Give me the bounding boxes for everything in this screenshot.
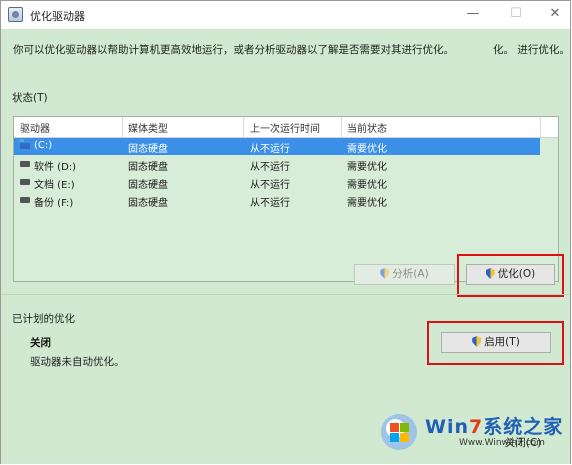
analyze-button: 分析(A) <box>354 264 455 285</box>
title-bar[interactable]: 优化驱动器 — ☐ ✕ <box>1 1 570 29</box>
status-label: 状态(T) <box>12 92 48 104</box>
media-type-cell: 固态硬盘 <box>128 198 168 209</box>
watermark-url: Www.Winwin7.com <box>459 438 545 448</box>
schedule-state: 关闭 <box>30 337 51 349</box>
drive-row[interactable]: 软件 (D:) 固态硬盘 从不运行 需要优化 <box>14 156 540 173</box>
scheduled-optimization-label: 已计划的优化 <box>12 313 75 325</box>
drive-list-header: 驱动器 媒体类型 上一次运行时间 当前状态 <box>14 117 558 138</box>
column-drive[interactable]: 驱动器 <box>20 120 50 135</box>
current-status-cell: 需要优化 <box>347 162 387 173</box>
description-text: 你可以优化驱动器以帮助计算机更高效地运行，或者分析驱动器以了解是否需要对其进行优… <box>13 44 454 56</box>
drive-icon <box>20 197 30 203</box>
watermark-brand: Win7系统之家 <box>425 416 564 438</box>
media-type-cell: 固态硬盘 <box>128 144 168 155</box>
window-title: 优化驱动器 <box>30 10 85 23</box>
drive-row[interactable]: 备份 (F:) 固态硬盘 从不运行 需要优化 <box>14 192 540 209</box>
optimize-highlight-box <box>457 254 564 297</box>
minimize-button[interactable]: — <box>463 5 483 23</box>
drive-name-cell: 软件 (D:) <box>34 162 77 173</box>
uac-shield-icon <box>380 268 390 279</box>
last-run-cell: 从不运行 <box>250 198 290 209</box>
drive-icon <box>20 179 30 185</box>
optimize-drives-window: 优化驱动器 — ☐ ✕ 你可以优化驱动器以帮助计算机更高效地运行，或者分析驱动器… <box>0 0 571 464</box>
column-last-run[interactable]: 上一次运行时间 <box>250 120 320 135</box>
drive-name-cell: (C:) <box>34 140 53 151</box>
defrag-app-icon <box>8 7 23 22</box>
column-current-status[interactable]: 当前状态 <box>347 120 387 135</box>
close-window-button[interactable]: ✕ <box>545 5 565 23</box>
current-status-cell: 需要优化 <box>347 144 387 155</box>
dialog-content: 你可以优化驱动器以帮助计算机更高效地运行，或者分析驱动器以了解是否需要对其进行优… <box>1 29 570 464</box>
drive-row[interactable]: 文档 (E:) 固态硬盘 从不运行 需要优化 <box>14 174 540 191</box>
drive-row[interactable]: (C:) 固态硬盘 从不运行 需要优化 <box>14 138 540 155</box>
watermark: Win7系统之家 Www.Winwin7.com <box>375 406 572 464</box>
enable-highlight-box <box>427 321 564 365</box>
last-run-cell: 从不运行 <box>250 144 290 155</box>
current-status-cell: 需要优化 <box>347 180 387 191</box>
drive-icon <box>20 161 30 167</box>
last-run-cell: 从不运行 <box>250 162 290 173</box>
drive-name-cell: 备份 (F:) <box>34 198 74 209</box>
media-type-cell: 固态硬盘 <box>128 162 168 173</box>
maximize-button: ☐ <box>510 6 522 21</box>
drive-name-cell: 文档 (E:) <box>34 180 75 191</box>
schedule-description: 驱动器未自动优化。 <box>30 356 125 368</box>
current-status-cell: 需要优化 <box>347 198 387 209</box>
section-divider <box>1 294 570 295</box>
windows-logo-icon <box>381 414 417 450</box>
media-type-cell: 固态硬盘 <box>128 180 168 191</box>
last-run-cell: 从不运行 <box>250 180 290 191</box>
drive-icon <box>19 139 30 149</box>
column-media-type[interactable]: 媒体类型 <box>128 120 168 135</box>
description-tail: 化。 进行优化。 <box>493 44 570 56</box>
